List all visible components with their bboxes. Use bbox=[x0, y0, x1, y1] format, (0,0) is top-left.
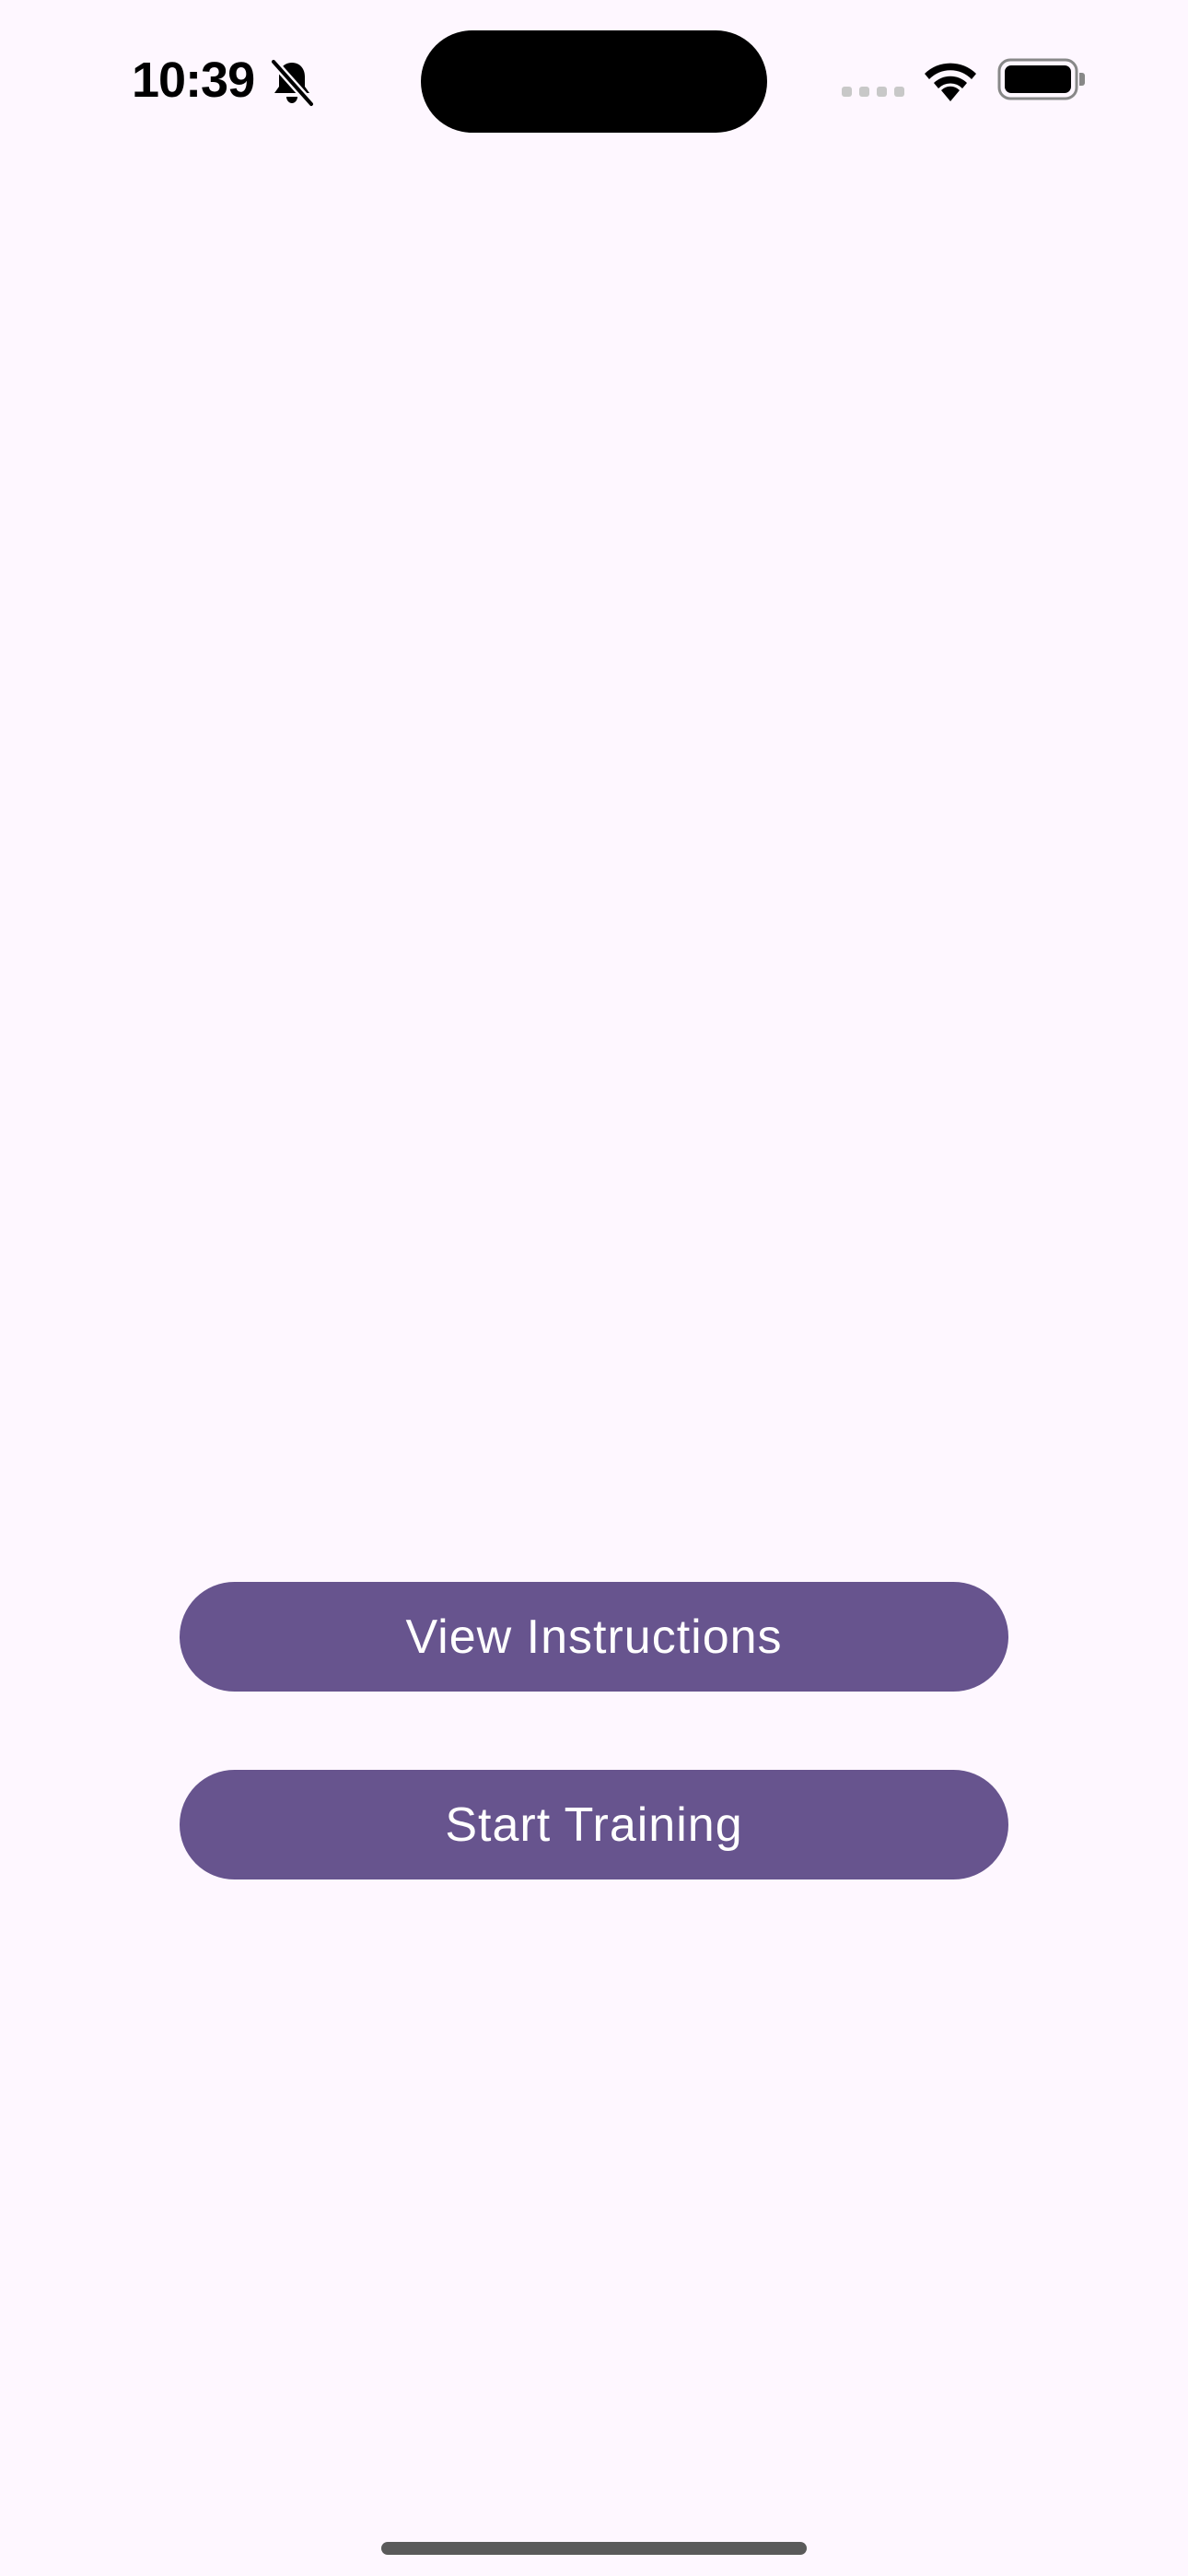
start-training-label: Start Training bbox=[445, 1797, 743, 1852]
start-training-button[interactable]: Start Training bbox=[180, 1770, 1008, 1879]
view-instructions-button[interactable]: View Instructions bbox=[180, 1582, 1008, 1692]
cellular-signal-icon bbox=[842, 87, 904, 97]
app-screen: 10:39 View Instructions Start Training bbox=[0, 0, 1188, 2576]
battery-icon bbox=[997, 58, 1085, 100]
home-indicator[interactable] bbox=[381, 2542, 807, 2555]
status-time: 10:39 bbox=[132, 53, 255, 108]
wifi-icon bbox=[925, 63, 976, 101]
view-instructions-label: View Instructions bbox=[405, 1610, 783, 1664]
dynamic-island bbox=[421, 30, 767, 133]
bell-off-icon bbox=[269, 59, 315, 107]
